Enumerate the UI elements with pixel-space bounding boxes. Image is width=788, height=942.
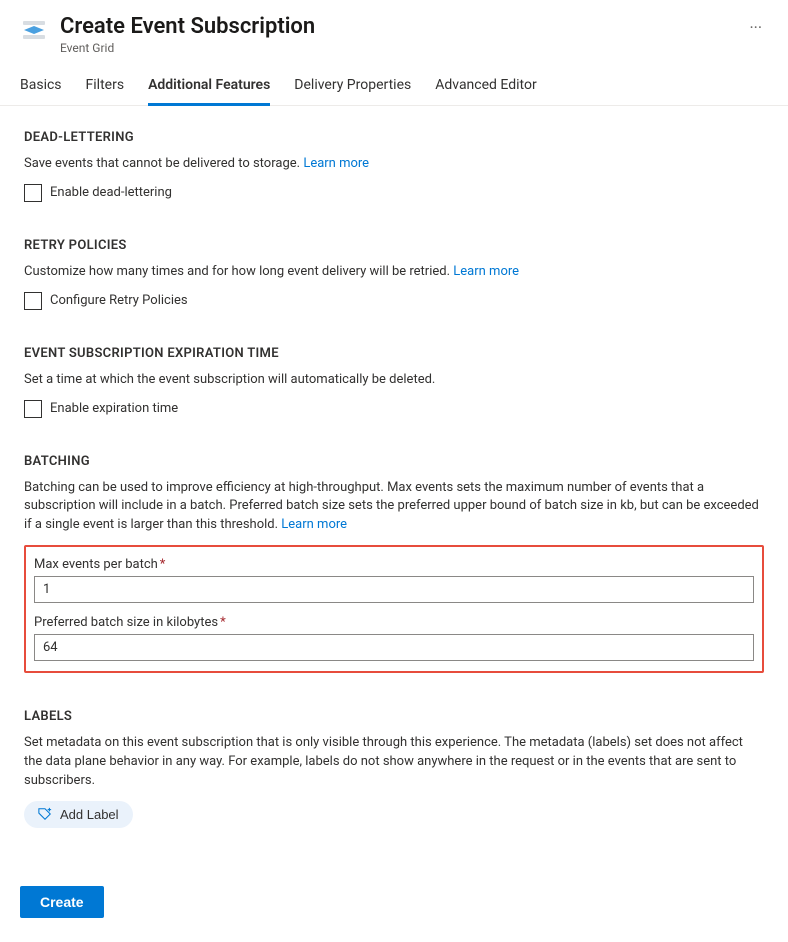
max-events-label: Max events per batch* xyxy=(34,557,754,572)
retry-policies-desc: Customize how many times and for how lon… xyxy=(24,263,764,282)
page-subtitle: Event Grid xyxy=(60,41,727,55)
batching-learn-more-link[interactable]: Learn more xyxy=(281,517,347,532)
tab-filters[interactable]: Filters xyxy=(86,67,125,105)
enable-expiration-label: Enable expiration time xyxy=(50,401,178,416)
page-title: Create Event Subscription xyxy=(60,14,727,39)
enable-dead-lettering-label: Enable dead-lettering xyxy=(50,185,172,200)
max-events-input[interactable] xyxy=(34,576,754,603)
labels-heading: LABELS xyxy=(24,709,764,724)
add-label-button[interactable]: Add Label xyxy=(24,801,133,828)
batching-desc-block: Batching can be used to improve efficien… xyxy=(24,479,764,536)
add-label-text: Add Label xyxy=(60,807,119,822)
expiration-desc: Set a time at which the event subscripti… xyxy=(24,371,764,390)
enable-expiration-checkbox[interactable] xyxy=(24,400,42,418)
tab-delivery-properties[interactable]: Delivery Properties xyxy=(294,67,411,105)
expiration-heading: EVENT SUBSCRIPTION EXPIRATION TIME xyxy=(24,346,764,361)
batching-desc: Batching can be used to improve efficien… xyxy=(24,480,759,533)
batch-size-label: Preferred batch size in kilobytes* xyxy=(34,615,754,630)
retry-learn-more-link[interactable]: Learn more xyxy=(453,264,519,279)
labels-desc: Set metadata on this event subscription … xyxy=(24,734,764,791)
configure-retry-label: Configure Retry Policies xyxy=(50,293,188,308)
tag-plus-icon xyxy=(38,807,52,821)
tab-advanced-editor[interactable]: Advanced Editor xyxy=(435,67,536,105)
dead-lettering-learn-more-link[interactable]: Learn more xyxy=(303,156,369,171)
dead-lettering-heading: DEAD-LETTERING xyxy=(24,130,764,145)
retry-policies-heading: RETRY POLICIES xyxy=(24,238,764,253)
batching-highlight-box: Max events per batch* Preferred batch si… xyxy=(24,545,764,673)
event-grid-icon xyxy=(20,16,48,44)
enable-dead-lettering-checkbox[interactable] xyxy=(24,184,42,202)
create-button[interactable]: Create xyxy=(20,886,104,918)
configure-retry-checkbox[interactable] xyxy=(24,292,42,310)
tab-basics[interactable]: Basics xyxy=(20,67,62,105)
dead-lettering-desc: Save events that cannot be delivered to … xyxy=(24,155,764,174)
batching-heading: BATCHING xyxy=(24,454,764,469)
tab-additional-features[interactable]: Additional Features xyxy=(148,67,270,105)
batch-size-input[interactable] xyxy=(34,634,754,661)
more-options-button[interactable]: ··· xyxy=(743,14,768,41)
